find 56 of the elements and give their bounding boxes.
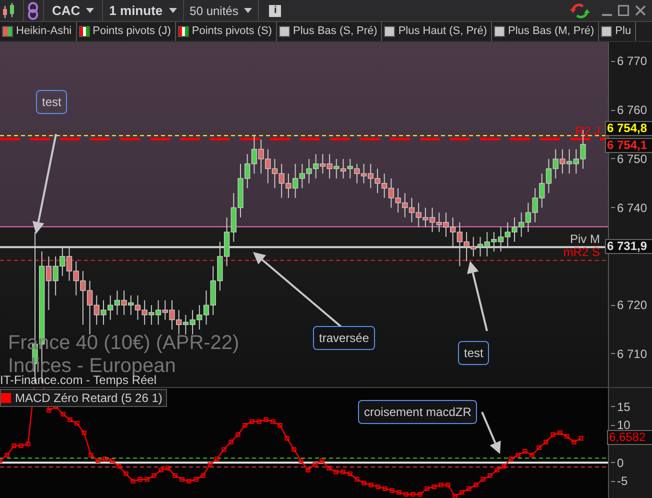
maximize-icon[interactable] [618,5,629,16]
axis-tick-label: -5 [611,475,628,488]
indicator-label: Points pivots (J) [92,24,171,40]
arrow [481,412,501,454]
line-label: R2 J [575,124,600,138]
caret-icon [168,8,177,13]
indicator-swatch [278,26,290,37]
axis-tick-label: 6 740 [611,202,648,214]
indicator-swatch [384,26,396,37]
annotation-label: croisement macdZR [358,400,478,424]
info-button[interactable]: i [269,4,282,16]
refresh-icon[interactable] [570,2,590,20]
axis-tick-label: 6 760 [611,104,648,116]
annotation-label: test [36,90,68,114]
symbol-dropdown[interactable]: CAC [44,0,104,21]
indicator-swatch [2,26,13,37]
axis-tick-label: 6 750 [611,152,648,165]
interval-dropdown[interactable]: 1 minute [103,0,184,21]
price-tag: 6 731,9 [605,239,652,254]
indicator-swatch [601,26,612,37]
indicator-tab[interactable]: Plu [599,22,636,41]
indicator-tab[interactable]: Points pivots (S) [176,22,277,41]
caret-icon [244,8,252,13]
axis-tick-label: 6 720 [611,299,648,312]
close-icon[interactable] [635,5,646,16]
indicator-tab[interactable]: Plus Bas (M, Pré) [492,22,600,41]
price-tag: 6 754,1 [605,138,652,153]
indicator-tab[interactable]: Points pivots (J) [76,22,176,41]
value-tag: 6,6582 [607,430,652,445]
indicator-label: Points pivots (S) [192,24,272,40]
indicator-label: Plu [615,24,632,40]
caret-icon [86,8,94,13]
price-tag: 6 754,8 [605,121,652,136]
units-dropdown[interactable]: 50 unités [184,0,260,21]
indicator-label: Plus Haut (S, Pré) [398,24,487,40]
axis-tick-label: 6 710 [611,348,648,360]
line-label: mR2 S [563,246,600,260]
indicator-tab[interactable]: Plus Haut (S, Pré) [382,22,492,41]
legend-label: MACD Zéro Retard (5 26 1) [15,390,162,407]
indicator-label: Plus Bas (M, Pré) [508,24,594,40]
annotation-label: traversée [313,326,376,350]
indicator-label: Heikin-Ashi [16,24,72,40]
axis-tick-label: 0 [611,456,624,469]
indicator-tab[interactable]: Heikin-Ashi [0,22,77,41]
axis-tick-label: 6 770 [611,55,648,68]
indicator-swatch [178,26,189,37]
axis-tick-label: 10 [611,419,630,432]
indicator-tab[interactable]: Plus Bas (S, Pré) [276,22,382,41]
line-label: Piv M [570,233,600,246]
indicator-swatch [78,26,90,37]
annotation-label: test [458,341,490,365]
axis-tick-label: 15 [611,400,630,413]
chain-link-icon[interactable] [27,2,39,20]
indicator-label: Plus Bas (S, Pré) [292,24,378,40]
arrow [467,261,488,332]
indicator-swatch [494,26,505,37]
